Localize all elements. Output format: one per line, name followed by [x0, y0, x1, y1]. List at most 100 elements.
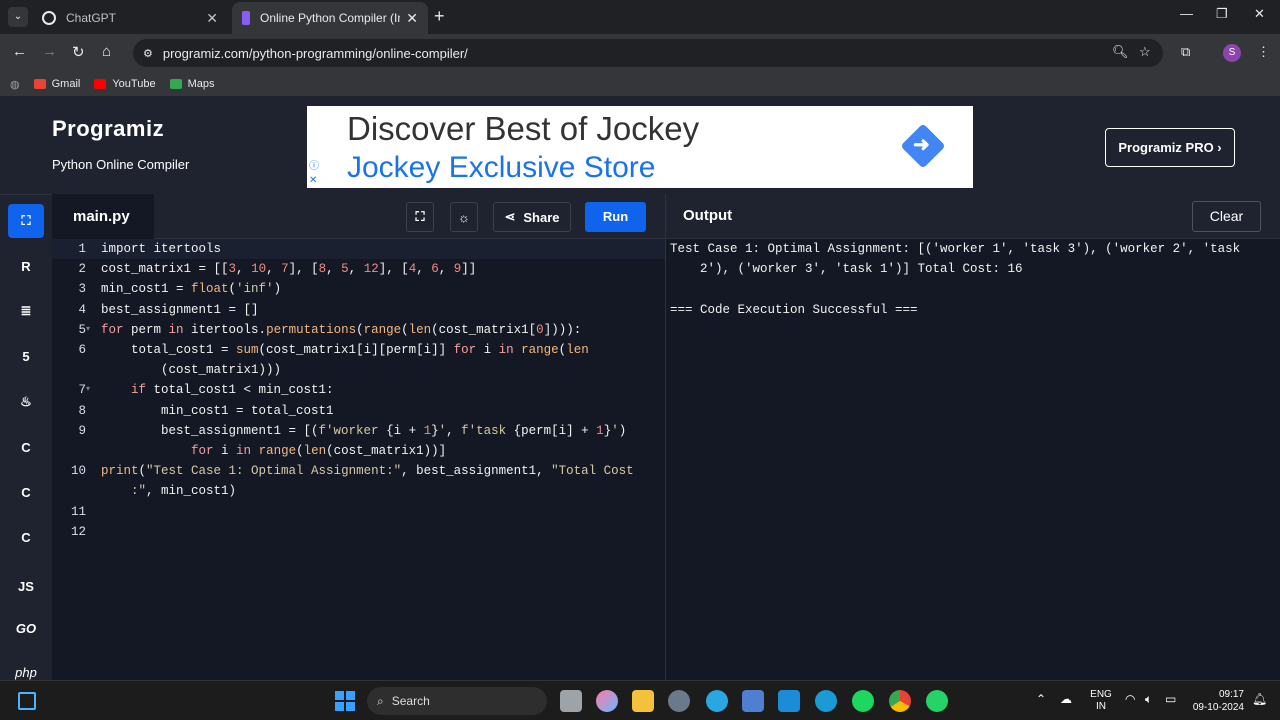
programiz-pro-button[interactable]: Programiz PRO › — [1105, 128, 1235, 167]
ad-headline: Discover Best of Jockey — [347, 110, 700, 147]
code-line[interactable]: 9 best_assignment1 = [(f'worker {i + 1}'… — [52, 421, 665, 441]
output-title: Output — [683, 207, 733, 224]
line-number: 8 — [78, 403, 86, 418]
site-info-icon[interactable]: ⚙ — [143, 47, 153, 60]
clock-time: 09:17 — [1218, 689, 1244, 700]
code-line[interactable]: for i in range(len(cost_matrix1))] — [52, 441, 665, 461]
code-line[interactable]: 2 cost_matrix1 = [[3, 10, 7], [8, 5, 12],… — [52, 259, 665, 279]
lang-c[interactable]: C — [8, 430, 44, 464]
code-line[interactable]: 11 — [52, 502, 665, 522]
go-icon: GO — [15, 620, 37, 636]
search-placeholder: Search — [391, 694, 430, 708]
ad-info-icon[interactable]: ⓘ ✕ — [309, 160, 319, 188]
fullscreen-button[interactable]: ⛶ — [406, 202, 434, 232]
lang-sql[interactable]: ≣ — [8, 294, 44, 328]
tab-chatgpt[interactable]: ChatGPT ✕ — [32, 2, 228, 34]
line-number: 2 — [78, 262, 86, 277]
code-text: print("Test Case 1: Optimal Assignment:"… — [101, 464, 634, 479]
start-button[interactable] — [335, 691, 355, 711]
settings-icon[interactable] — [668, 690, 690, 712]
run-button[interactable]: Run — [585, 202, 646, 232]
lang-go[interactable]: GO — [8, 611, 44, 645]
code-line[interactable]: 5 ▾ for perm in itertools.permutations(ra… — [52, 320, 665, 340]
programiz-logo[interactable]: Programiz — [52, 116, 164, 142]
language-indicator[interactable]: ENG IN — [1089, 689, 1113, 713]
close-window-icon[interactable]: ✕ — [1254, 6, 1265, 22]
close-tab-icon[interactable]: ✕ — [406, 10, 418, 27]
profile-avatar[interactable]: S — [1223, 44, 1241, 62]
bookmark-star-icon[interactable]: ☆ — [1139, 44, 1151, 60]
code-text: best_assignment1 = [(f'worker {i + 1}', … — [101, 423, 627, 438]
maximize-icon[interactable]: ❐ — [1216, 6, 1228, 22]
wifi-icon[interactable]: ◠ — [1125, 693, 1135, 705]
file-explorer-icon[interactable] — [632, 690, 654, 712]
hp-app-icon[interactable] — [778, 690, 800, 712]
code-line[interactable]: 7 ▾ if total_cost1 < min_cost1: — [52, 380, 665, 400]
bookmark-gmail[interactable]: Gmail — [33, 78, 80, 90]
chrome-icon[interactable] — [889, 690, 911, 712]
theme-toggle-button[interactable]: ☼ — [450, 202, 478, 232]
store-help-icon[interactable] — [706, 690, 728, 712]
tab-search-button[interactable]: ⌄ — [8, 7, 28, 27]
home-icon[interactable]: ⌂ — [102, 43, 111, 60]
spotify-icon[interactable] — [852, 690, 874, 712]
code-line[interactable]: 8 min_cost1 = total_cost1 — [52, 401, 665, 421]
onedrive-icon[interactable]: ☁ — [1060, 693, 1072, 705]
code-line[interactable]: 12 — [52, 522, 665, 542]
tab-title: ChatGPT — [66, 11, 117, 25]
edge-icon[interactable] — [815, 690, 837, 712]
widgets-icon[interactable] — [18, 692, 36, 710]
new-tab-icon[interactable]: + — [434, 6, 445, 27]
clear-button[interactable]: Clear — [1192, 201, 1261, 232]
address-bar[interactable]: ⚙ programiz.com/python-programming/onlin… — [133, 39, 1163, 67]
copilot-icon[interactable] — [596, 690, 618, 712]
ad-arrow-icon: ➜ — [913, 134, 930, 156]
fold-toggle-icon[interactable]: ▾ — [86, 380, 101, 400]
ad-banner[interactable]: Discover Best of Jockey Jockey Exclusive… — [307, 106, 973, 188]
lang-java[interactable]: ♨ — [8, 385, 44, 419]
reload-icon[interactable]: ↻ — [72, 43, 85, 61]
minimize-icon[interactable]: — — [1180, 6, 1193, 21]
task-view-icon[interactable] — [560, 690, 582, 712]
code-line[interactable]: 3 min_cost1 = float('inf') — [52, 279, 665, 299]
apps-icon[interactable]: ◍ — [10, 78, 20, 91]
code-line[interactable]: 1 import itertools — [52, 239, 665, 260]
tab-programiz[interactable]: Online Python Compiler (Interp ✕ — [232, 2, 428, 34]
battery-icon[interactable]: ▭ — [1165, 693, 1176, 705]
close-tab-icon[interactable]: ✕ — [206, 10, 218, 27]
menu-kebab-icon[interactable]: ⋮ — [1257, 44, 1270, 60]
share-button[interactable]: ⋖ Share — [493, 202, 571, 232]
forward-icon[interactable]: → — [42, 43, 57, 60]
microsoft-store-icon[interactable] — [742, 690, 764, 712]
maps-icon — [169, 79, 182, 89]
lang-r[interactable]: R — [8, 249, 44, 283]
lang-html[interactable]: 5 — [8, 339, 44, 373]
extensions-icon[interactable]: ⧉ — [1181, 44, 1190, 60]
code-line[interactable]: 6 total_cost1 = sum(cost_matrix1[i][perm… — [52, 340, 665, 360]
code-line[interactable]: 10 print("Test Case 1: Optimal Assignment… — [52, 461, 665, 481]
lang-python[interactable]: ⛶ — [8, 204, 44, 238]
code-line[interactable]: (cost_matrix1))) — [52, 360, 665, 380]
code-line[interactable]: :", min_cost1) — [52, 481, 665, 501]
lang-cpp[interactable]: C — [8, 475, 44, 509]
fold-toggle-icon[interactable]: ▾ — [86, 320, 101, 340]
file-tab[interactable]: main.py — [52, 194, 154, 239]
java-icon: ♨ — [20, 394, 32, 409]
volume-icon[interactable]: 🔈︎ — [1145, 693, 1152, 705]
back-icon[interactable]: ← — [12, 43, 27, 60]
code-text: :", min_cost1) — [131, 484, 237, 499]
system-clock[interactable]: 09:17 09-10-2024 — [1190, 688, 1244, 714]
bookmark-maps[interactable]: Maps — [169, 78, 214, 90]
notification-bell-icon[interactable]: 🔔︎ — [1252, 693, 1267, 705]
whatsapp-icon[interactable] — [926, 690, 948, 712]
lang-js[interactable]: JS — [8, 569, 44, 603]
code-editor[interactable]: 1 import itertools 2 cost_matrix1 = [[3, 10… — [52, 239, 665, 680]
taskbar-search[interactable]: ⌕ Search — [367, 687, 547, 715]
ad-subheadline: Jockey Exclusive Store — [347, 151, 656, 184]
lang-csharp[interactable]: C — [8, 520, 44, 554]
bookmark-youtube[interactable]: YouTube — [94, 78, 156, 90]
tray-overflow-icon[interactable]: ⌃ — [1036, 693, 1046, 705]
code-line[interactable]: 4 best_assignment1 = [] — [52, 300, 665, 320]
zoom-icon[interactable]: 🔍︎ — [1112, 44, 1129, 60]
